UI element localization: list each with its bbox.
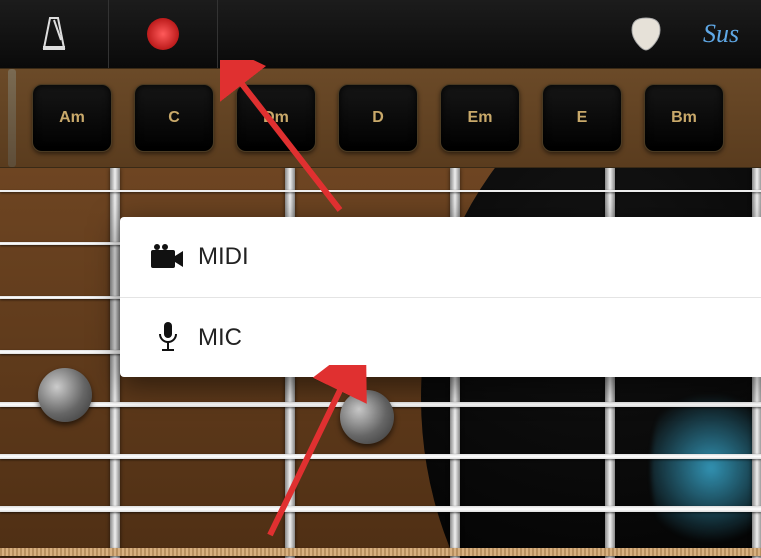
popup-item-label: MIDI [198, 243, 249, 271]
record-button[interactable] [109, 0, 217, 68]
sus-button[interactable]: Sus [681, 0, 761, 68]
sus-label: Sus [703, 19, 739, 49]
fret-inlay [340, 390, 394, 444]
string [0, 454, 761, 459]
chord-button-bm[interactable]: Bm [644, 84, 724, 152]
fret-wire [110, 168, 120, 558]
metronome-button[interactable] [0, 0, 108, 68]
pick-button[interactable] [611, 0, 681, 68]
pick-icon [630, 16, 662, 52]
record-mode-popup: MIDI MIC [120, 217, 761, 377]
mic-icon [156, 322, 180, 354]
fret-inlay [38, 368, 92, 422]
camera-icon [151, 244, 185, 270]
popup-item-mic[interactable]: MIC [120, 297, 761, 377]
popup-item-midi[interactable]: MIDI [120, 217, 761, 297]
toolbar: Sus [0, 0, 761, 68]
chord-button-e[interactable]: E [542, 84, 622, 152]
toolbar-divider [217, 0, 218, 68]
chord-button-d[interactable]: D [338, 84, 418, 152]
chord-button-am[interactable]: Am [32, 84, 112, 152]
chord-button-dm[interactable]: Dm [236, 84, 316, 152]
string [0, 548, 761, 556]
metronome-icon [39, 16, 69, 52]
chord-bar: Am C Dm D Em E Bm [0, 68, 761, 168]
string [0, 506, 761, 512]
chord-button-c[interactable]: C [134, 84, 214, 152]
chord-button-em[interactable]: Em [440, 84, 520, 152]
popup-item-label: MIC [198, 324, 242, 352]
record-icon [147, 18, 179, 50]
string [0, 190, 761, 192]
